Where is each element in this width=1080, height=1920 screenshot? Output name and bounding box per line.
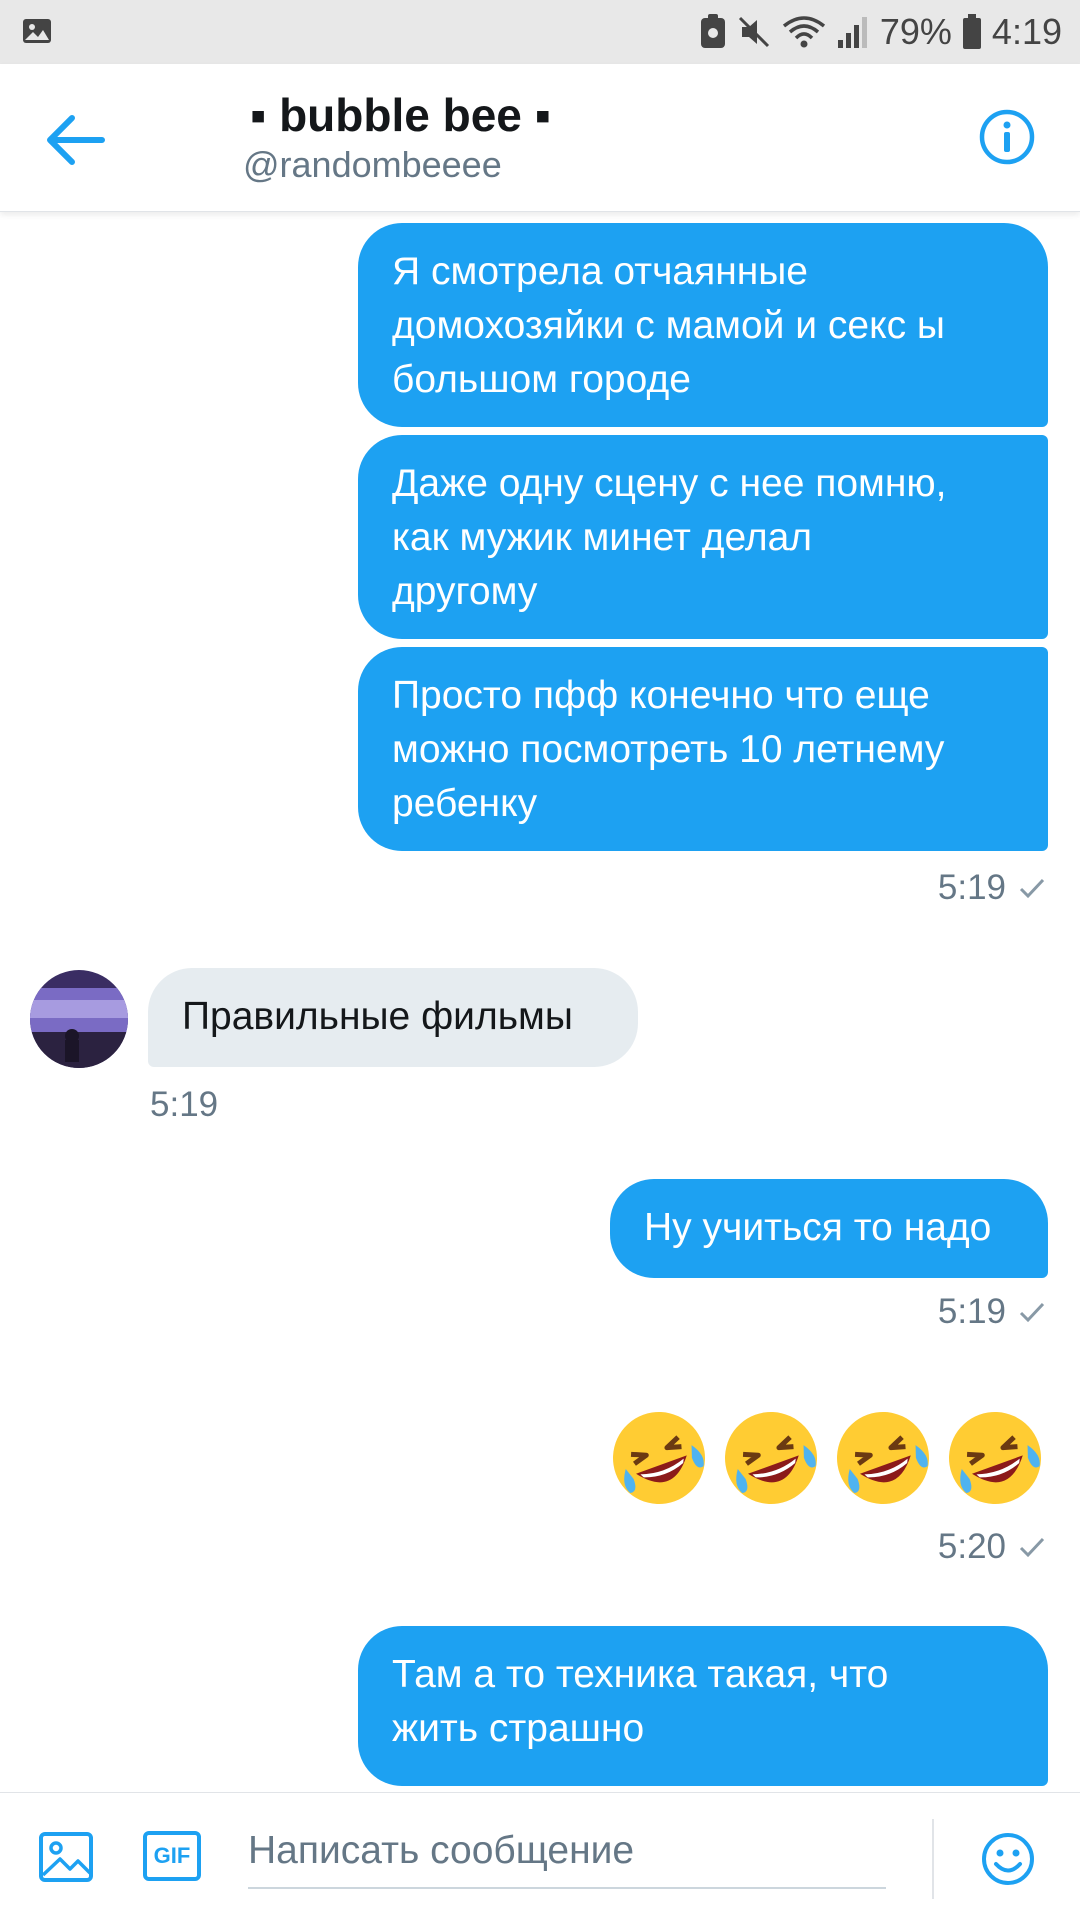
contact-handle[interactable]: @randombeeee (243, 144, 502, 186)
outgoing-message[interactable]: Даже одну сцену с нее помню, как мужик м… (358, 435, 1048, 639)
mute-icon (738, 16, 769, 48)
wifi-icon (782, 16, 825, 48)
message-timestamp: 5:19 (938, 868, 1046, 908)
conversation-header: ▪ bubble bee ▪ @randombeeee (0, 64, 1080, 212)
message-text: Правильные фильмы (182, 995, 573, 1038)
avatar-image (30, 970, 128, 1068)
outgoing-message[interactable]: Ну учиться то надо (610, 1179, 1048, 1278)
timestamp-text: 5:19 (937, 868, 1006, 907)
compose-divider (932, 1819, 934, 1899)
status-bar: 79% 4:19 (0, 0, 1080, 64)
timestamp-text: 5:19 (150, 1085, 219, 1124)
signal-icon (837, 17, 867, 48)
image-attach-icon[interactable] (38, 1829, 94, 1885)
message-timestamp: 5:19 (150, 1085, 218, 1125)
battery-percent: 79% (879, 11, 952, 52)
message-text: Ну учиться то надо (644, 1206, 992, 1249)
contact-name[interactable]: ▪ bubble bee ▪ (250, 88, 551, 142)
timestamp-text: 5:19 (937, 1292, 1006, 1331)
rolling-laughing-emoji-icon (725, 1412, 817, 1504)
info-icon[interactable] (978, 108, 1036, 166)
back-arrow-icon[interactable] (44, 114, 106, 166)
outgoing-message[interactable]: Там а то техника такая, что жить страшно (358, 1626, 1048, 1786)
message-text: Я смотрела отчаянные домохозяйки с мамой… (392, 250, 945, 401)
message-text: Там а то техника такая, что жить страшно (392, 1653, 889, 1750)
message-timestamp: 5:19 (938, 1292, 1046, 1332)
message-text: Просто пфф конечно что еще можно посмотр… (392, 674, 945, 825)
message-input[interactable] (248, 1815, 886, 1889)
timestamp-text: 5:20 (937, 1527, 1006, 1566)
message-list[interactable]: Я смотрела отчаянные домохозяйки с мамой… (0, 212, 1080, 1792)
message-text: Даже одну сцену с нее помню, как мужик м… (392, 462, 947, 613)
gif-label: GIF (153, 1843, 191, 1868)
rolling-laughing-emoji-icon (949, 1412, 1041, 1504)
gif-button[interactable]: GIF (143, 1831, 201, 1881)
outgoing-message[interactable]: Просто пфф конечно что еще можно посмотр… (358, 647, 1048, 851)
emoji-picker-icon[interactable] (980, 1831, 1036, 1887)
nfc-lock-icon (700, 14, 725, 48)
rolling-laughing-emoji-icon (837, 1412, 929, 1504)
sent-check-icon (1019, 878, 1045, 899)
battery-icon (962, 14, 981, 49)
rolling-laughing-emoji-icon (613, 1412, 705, 1504)
message-timestamp: 5:20 (938, 1527, 1046, 1567)
sent-check-icon (1019, 1302, 1045, 1323)
outgoing-message[interactable]: Я смотрела отчаянные домохозяйки с мамой… (358, 223, 1048, 427)
emoji-message[interactable] (606, 1405, 1048, 1511)
gallery-notification-icon (23, 19, 51, 43)
sent-check-icon (1019, 1537, 1045, 1558)
contact-avatar[interactable] (30, 970, 128, 1068)
incoming-message[interactable]: Правильные фильмы (148, 968, 638, 1067)
compose-bar: GIF (0, 1792, 1080, 1920)
status-time: 4:19 (991, 11, 1062, 52)
